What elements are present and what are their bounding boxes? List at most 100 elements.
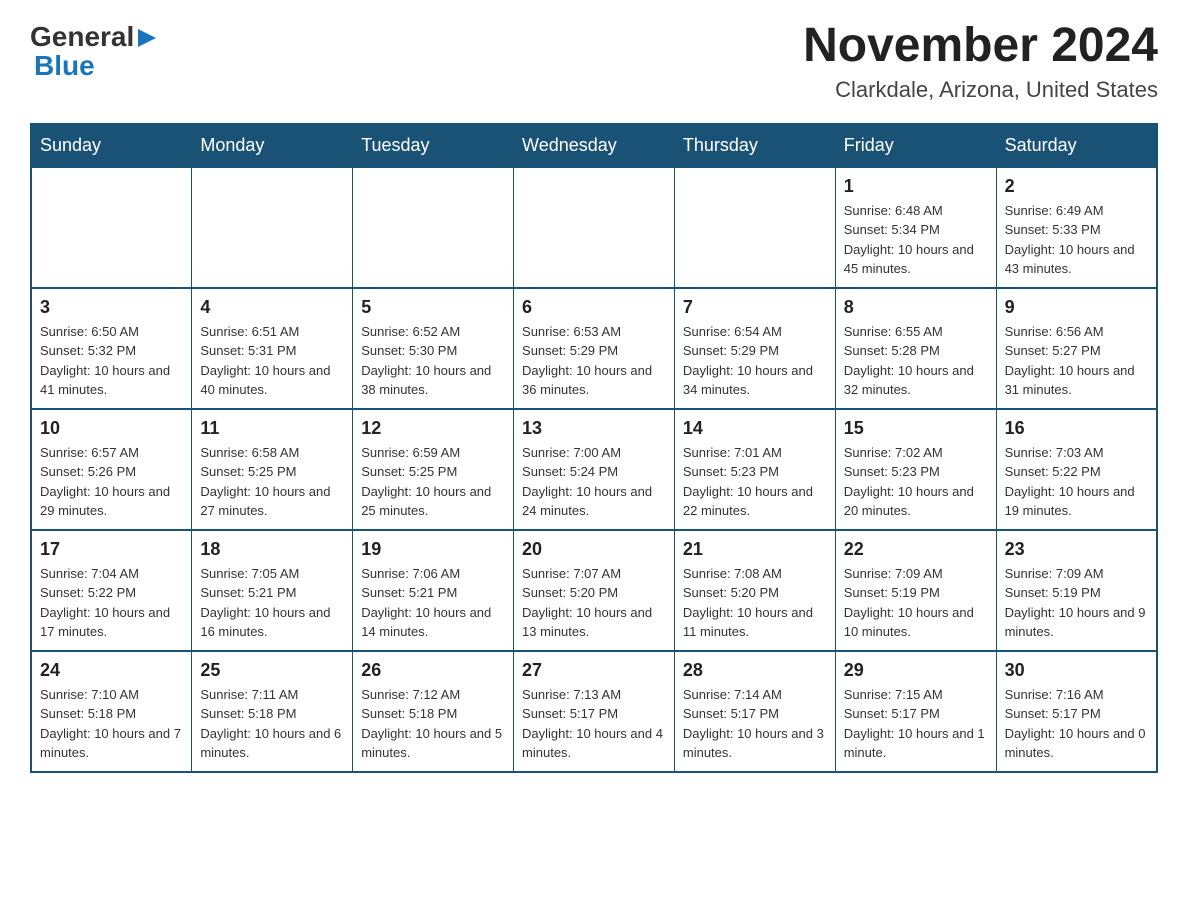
logo-top-row: General	[30, 20, 156, 54]
calendar-cell: 11 Sunrise: 6:58 AMSunset: 5:25 PMDayligh…	[192, 409, 353, 530]
calendar-cell: 20 Sunrise: 7:07 AMSunset: 5:20 PMDayligh…	[514, 530, 675, 651]
calendar-cell: 30 Sunrise: 7:16 AMSunset: 5:17 PMDayligh…	[996, 651, 1157, 772]
day-number: 2	[1005, 176, 1148, 197]
day-number: 25	[200, 660, 344, 681]
day-info: Sunrise: 7:09 AMSunset: 5:19 PMDaylight:…	[1005, 564, 1148, 642]
calendar-cell: 28 Sunrise: 7:14 AMSunset: 5:17 PMDayligh…	[674, 651, 835, 772]
day-number: 14	[683, 418, 827, 439]
logo-arrow-icon	[138, 22, 156, 54]
calendar-week-1: 1 Sunrise: 6:48 AMSunset: 5:34 PMDaylight…	[31, 167, 1157, 288]
calendar-cell: 17Sunrise: 7:04 AMSunset: 5:22 PMDayligh…	[31, 530, 192, 651]
day-info: Sunrise: 7:13 AMSunset: 5:17 PMDaylight:…	[522, 685, 666, 763]
day-number: 1	[844, 176, 988, 197]
day-info: Sunrise: 7:02 AMSunset: 5:23 PMDaylight:…	[844, 443, 988, 521]
calendar-cell	[514, 167, 675, 288]
calendar-cell: 16 Sunrise: 7:03 AMSunset: 5:22 PMDayligh…	[996, 409, 1157, 530]
header-tuesday: Tuesday	[353, 124, 514, 167]
day-info: Sunrise: 6:57 AMSunset: 5:26 PMDaylight:…	[40, 443, 183, 521]
day-number: 15	[844, 418, 988, 439]
day-info: Sunrise: 6:58 AMSunset: 5:25 PMDaylight:…	[200, 443, 344, 521]
day-number: 24	[40, 660, 183, 681]
day-number: 4	[200, 297, 344, 318]
title-area: November 2024 Clarkdale, Arizona, United…	[803, 20, 1158, 103]
header: General Blue November 2024 Clarkdale, Ar…	[30, 20, 1158, 103]
calendar-cell: 14 Sunrise: 7:01 AMSunset: 5:23 PMDayligh…	[674, 409, 835, 530]
calendar-week-5: 24 Sunrise: 7:10 AMSunset: 5:18 PMDayligh…	[31, 651, 1157, 772]
day-info: Sunrise: 7:09 AMSunset: 5:19 PMDaylight:…	[844, 564, 988, 642]
calendar-cell: 12Sunrise: 6:59 AMSunset: 5:25 PMDayligh…	[353, 409, 514, 530]
day-number: 23	[1005, 539, 1148, 560]
header-saturday: Saturday	[996, 124, 1157, 167]
day-info: Sunrise: 6:48 AMSunset: 5:34 PMDaylight:…	[844, 201, 988, 279]
day-info: Sunrise: 6:52 AMSunset: 5:30 PMDaylight:…	[361, 322, 505, 400]
calendar-cell: 24 Sunrise: 7:10 AMSunset: 5:18 PMDayligh…	[31, 651, 192, 772]
header-wednesday: Wednesday	[514, 124, 675, 167]
calendar-cell: 27 Sunrise: 7:13 AMSunset: 5:17 PMDayligh…	[514, 651, 675, 772]
calendar-cell: 18Sunrise: 7:05 AMSunset: 5:21 PMDayligh…	[192, 530, 353, 651]
day-number: 13	[522, 418, 666, 439]
calendar-week-4: 17Sunrise: 7:04 AMSunset: 5:22 PMDayligh…	[31, 530, 1157, 651]
calendar-cell: 5Sunrise: 6:52 AMSunset: 5:30 PMDaylight…	[353, 288, 514, 409]
calendar-header-row: Sunday Monday Tuesday Wednesday Thursday…	[31, 124, 1157, 167]
day-info: Sunrise: 6:49 AMSunset: 5:33 PMDaylight:…	[1005, 201, 1148, 279]
day-info: Sunrise: 6:56 AMSunset: 5:27 PMDaylight:…	[1005, 322, 1148, 400]
calendar-cell: 15 Sunrise: 7:02 AMSunset: 5:23 PMDayligh…	[835, 409, 996, 530]
logo-bottom-row: Blue	[30, 50, 95, 82]
calendar-cell	[192, 167, 353, 288]
day-info: Sunrise: 7:08 AMSunset: 5:20 PMDaylight:…	[683, 564, 827, 642]
day-number: 20	[522, 539, 666, 560]
day-number: 27	[522, 660, 666, 681]
day-info: Sunrise: 7:11 AMSunset: 5:18 PMDaylight:…	[200, 685, 344, 763]
month-year-title: November 2024	[803, 20, 1158, 73]
calendar-cell: 7 Sunrise: 6:54 AMSunset: 5:29 PMDaylight…	[674, 288, 835, 409]
day-info: Sunrise: 7:14 AMSunset: 5:17 PMDaylight:…	[683, 685, 827, 763]
calendar-cell: 1 Sunrise: 6:48 AMSunset: 5:34 PMDaylight…	[835, 167, 996, 288]
day-number: 11	[200, 418, 344, 439]
day-info: Sunrise: 7:01 AMSunset: 5:23 PMDaylight:…	[683, 443, 827, 521]
calendar-cell	[353, 167, 514, 288]
day-number: 28	[683, 660, 827, 681]
day-number: 8	[844, 297, 988, 318]
day-info: Sunrise: 6:51 AMSunset: 5:31 PMDaylight:…	[200, 322, 344, 400]
day-info: Sunrise: 7:05 AMSunset: 5:21 PMDaylight:…	[200, 564, 344, 642]
calendar-cell: 10 Sunrise: 6:57 AMSunset: 5:26 PMDayligh…	[31, 409, 192, 530]
day-info: Sunrise: 6:59 AMSunset: 5:25 PMDaylight:…	[361, 443, 505, 521]
day-info: Sunrise: 7:06 AMSunset: 5:21 PMDaylight:…	[361, 564, 505, 642]
day-number: 30	[1005, 660, 1148, 681]
day-number: 21	[683, 539, 827, 560]
calendar-cell: 22 Sunrise: 7:09 AMSunset: 5:19 PMDayligh…	[835, 530, 996, 651]
day-info: Sunrise: 7:07 AMSunset: 5:20 PMDaylight:…	[522, 564, 666, 642]
day-info: Sunrise: 7:16 AMSunset: 5:17 PMDaylight:…	[1005, 685, 1148, 763]
calendar-cell: 26 Sunrise: 7:12 AMSunset: 5:18 PMDayligh…	[353, 651, 514, 772]
day-number: 6	[522, 297, 666, 318]
day-info: Sunrise: 7:15 AMSunset: 5:17 PMDaylight:…	[844, 685, 988, 763]
calendar-cell: 13 Sunrise: 7:00 AMSunset: 5:24 PMDayligh…	[514, 409, 675, 530]
calendar-cell: 21 Sunrise: 7:08 AMSunset: 5:20 PMDayligh…	[674, 530, 835, 651]
day-info: Sunrise: 7:00 AMSunset: 5:24 PMDaylight:…	[522, 443, 666, 521]
day-info: Sunrise: 7:03 AMSunset: 5:22 PMDaylight:…	[1005, 443, 1148, 521]
calendar-week-3: 10 Sunrise: 6:57 AMSunset: 5:26 PMDayligh…	[31, 409, 1157, 530]
header-thursday: Thursday	[674, 124, 835, 167]
day-info: Sunrise: 7:12 AMSunset: 5:18 PMDaylight:…	[361, 685, 505, 763]
header-friday: Friday	[835, 124, 996, 167]
day-info: Sunrise: 6:53 AMSunset: 5:29 PMDaylight:…	[522, 322, 666, 400]
day-info: Sunrise: 7:10 AMSunset: 5:18 PMDaylight:…	[40, 685, 183, 763]
day-info: Sunrise: 6:50 AMSunset: 5:32 PMDaylight:…	[40, 322, 183, 400]
day-number: 26	[361, 660, 505, 681]
calendar-cell: 2 Sunrise: 6:49 AMSunset: 5:33 PMDaylight…	[996, 167, 1157, 288]
day-number: 19	[361, 539, 505, 560]
calendar-cell: 4 Sunrise: 6:51 AMSunset: 5:31 PMDaylight…	[192, 288, 353, 409]
location-subtitle: Clarkdale, Arizona, United States	[803, 77, 1158, 103]
day-number: 7	[683, 297, 827, 318]
day-info: Sunrise: 6:54 AMSunset: 5:29 PMDaylight:…	[683, 322, 827, 400]
day-number: 22	[844, 539, 988, 560]
day-number: 10	[40, 418, 183, 439]
day-number: 16	[1005, 418, 1148, 439]
calendar-cell: 29Sunrise: 7:15 AMSunset: 5:17 PMDayligh…	[835, 651, 996, 772]
header-monday: Monday	[192, 124, 353, 167]
calendar-cell: 8 Sunrise: 6:55 AMSunset: 5:28 PMDaylight…	[835, 288, 996, 409]
calendar-cell: 19 Sunrise: 7:06 AMSunset: 5:21 PMDayligh…	[353, 530, 514, 651]
calendar-table: Sunday Monday Tuesday Wednesday Thursday…	[30, 123, 1158, 773]
day-info: Sunrise: 6:55 AMSunset: 5:28 PMDaylight:…	[844, 322, 988, 400]
calendar-cell: 25 Sunrise: 7:11 AMSunset: 5:18 PMDayligh…	[192, 651, 353, 772]
